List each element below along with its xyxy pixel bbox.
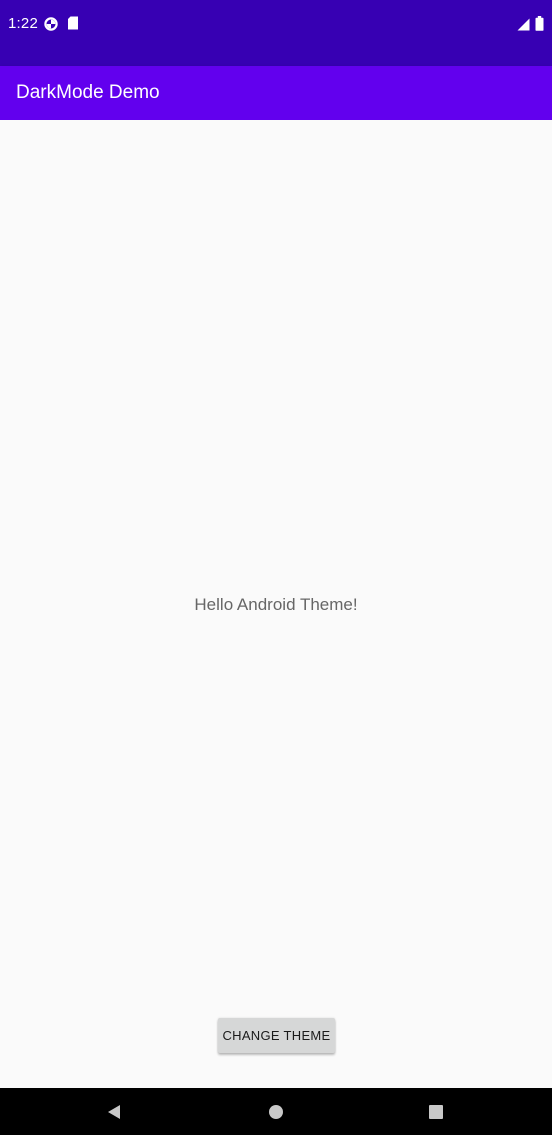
app-bar: DarkMode Demo xyxy=(0,66,552,120)
status-bar: 1:22 xyxy=(0,0,552,66)
recents-icon[interactable] xyxy=(429,1105,443,1119)
app-title: DarkMode Demo xyxy=(16,82,160,103)
change-theme-button[interactable]: CHANGE THEME xyxy=(218,1018,335,1053)
navigation-bar xyxy=(0,1088,552,1135)
sd-card-icon xyxy=(68,16,78,30)
data-saver-icon xyxy=(44,17,58,31)
home-icon[interactable] xyxy=(268,1104,284,1120)
signal-icon xyxy=(517,18,530,31)
battery-icon xyxy=(535,16,544,31)
hello-message: Hello Android Theme! xyxy=(194,595,358,614)
main-content: Hello Android Theme! CHANGE THEME xyxy=(0,120,552,1088)
back-icon[interactable] xyxy=(106,1104,122,1120)
status-time: 1:22 xyxy=(8,15,38,32)
